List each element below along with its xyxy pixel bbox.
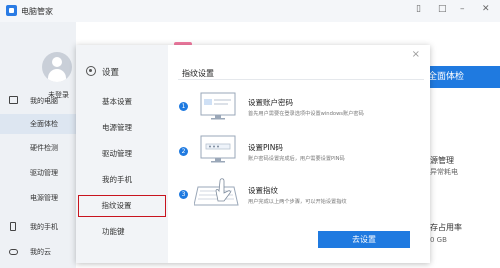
computer-icon: [9, 96, 18, 104]
sidebar-item-my-pc[interactable]: 我的电脑: [0, 91, 76, 111]
step-description: 用户完成以上两个步骤，可以开始设置指纹: [248, 199, 347, 205]
sidebar-item-label: 我的云: [30, 248, 51, 256]
step-title: 设置PIN码: [248, 143, 283, 152]
app-title: 电脑管家: [21, 7, 53, 16]
menu-item-function-keys[interactable]: 功能键: [78, 221, 166, 243]
step-pin-code: 2 设置PIN码 账户密码设置完成后，用户需要设置PIN码: [168, 134, 430, 174]
menu-item-driver[interactable]: 驱动管理: [78, 143, 166, 165]
step-description: 账户密码设置完成后，用户需要设置PIN码: [248, 156, 345, 162]
sidebar-item-label: 我的电脑: [30, 97, 58, 105]
step-description: 首先用户需要在登录选项中设置windows账户密码: [248, 111, 364, 117]
power-management-title: 源管理: [430, 156, 454, 165]
step-number: 2: [179, 147, 188, 156]
sidebar-item-power[interactable]: 电源管理: [0, 188, 76, 208]
menu-item-phone[interactable]: 我的手机: [78, 169, 166, 191]
divider: [178, 79, 424, 80]
phone-icon: [10, 222, 16, 231]
app-logo-icon: [6, 5, 17, 16]
sidebar-item-label: 我的手机: [30, 223, 58, 231]
sidebar-item-full-check[interactable]: 全面体检: [0, 114, 76, 134]
minimize-button[interactable]: –: [460, 4, 465, 14]
step-fingerprint: 3 设置指纹 用户完成以上两个步骤，可以开始设置指纹: [168, 177, 430, 217]
step-title: 设置账户密码: [248, 98, 293, 107]
sidebar-item-label: 电源管理: [30, 194, 58, 202]
sidebar-item-label: 全面体检: [30, 120, 58, 128]
settings-sidebar: 设置 基本设置 电源管理 驱动管理 我的手机 指纹设置 功能键: [76, 45, 168, 263]
settings-dialog: 设置 基本设置 电源管理 驱动管理 我的手机 指纹设置 功能键 × 指纹设置 1…: [76, 45, 430, 263]
monitor-illustration-icon: [200, 92, 236, 120]
sidebar-item-label: 硬件检测: [30, 144, 58, 152]
step-title: 设置指纹: [248, 186, 278, 195]
fingerprint-settings-panel: × 指纹设置 1 设置账户密码 首先用户需要在登录选项中设置windows账户密…: [168, 45, 430, 263]
storage-sub: 0 GB: [430, 236, 447, 244]
menu-item-power[interactable]: 电源管理: [78, 117, 166, 139]
skin-button[interactable]: □: [438, 4, 447, 14]
gear-icon: [86, 66, 96, 76]
full-check-button[interactable]: 全面体检: [422, 66, 500, 88]
sidebar-item-my-phone[interactable]: 我的手机: [0, 217, 76, 237]
laptop-fingerprint-illustration-icon: [194, 178, 239, 206]
step-number: 3: [179, 190, 188, 199]
monitor-pin-illustration-icon: [200, 135, 236, 163]
step-account-password: 1 设置账户密码 首先用户需要在登录选项中设置windows账户密码: [168, 91, 430, 131]
title-bar: 电脑管家 ▯ □ – ✕: [0, 0, 500, 22]
sidebar-item-my-cloud[interactable]: 我的云: [0, 242, 76, 262]
avatar[interactable]: [42, 52, 72, 82]
close-button[interactable]: ✕: [482, 4, 490, 14]
close-icon[interactable]: ×: [412, 49, 420, 60]
storage-title: 存占用率: [430, 223, 462, 232]
phone-icon[interactable]: ▯: [416, 4, 421, 14]
settings-title: 设置: [102, 68, 120, 78]
step-number: 1: [179, 102, 188, 111]
power-management-sub: 异常耗电: [430, 168, 458, 176]
cloud-icon: [9, 249, 18, 255]
sidebar-item-hardware[interactable]: 硬件检测: [0, 138, 76, 158]
menu-item-basic[interactable]: 基本设置: [78, 91, 166, 113]
sidebar-item-driver[interactable]: 驱动管理: [0, 163, 76, 183]
panel-title: 指纹设置: [182, 69, 214, 78]
menu-item-fingerprint[interactable]: 指纹设置: [78, 195, 166, 217]
sidebar-item-label: 驱动管理: [30, 169, 58, 177]
go-setup-button[interactable]: 去设置: [318, 231, 410, 248]
sidebar: 未登录 我的电脑 全面体检 硬件检测 驱动管理 电源管理 我的手机 我的云: [0, 22, 76, 268]
